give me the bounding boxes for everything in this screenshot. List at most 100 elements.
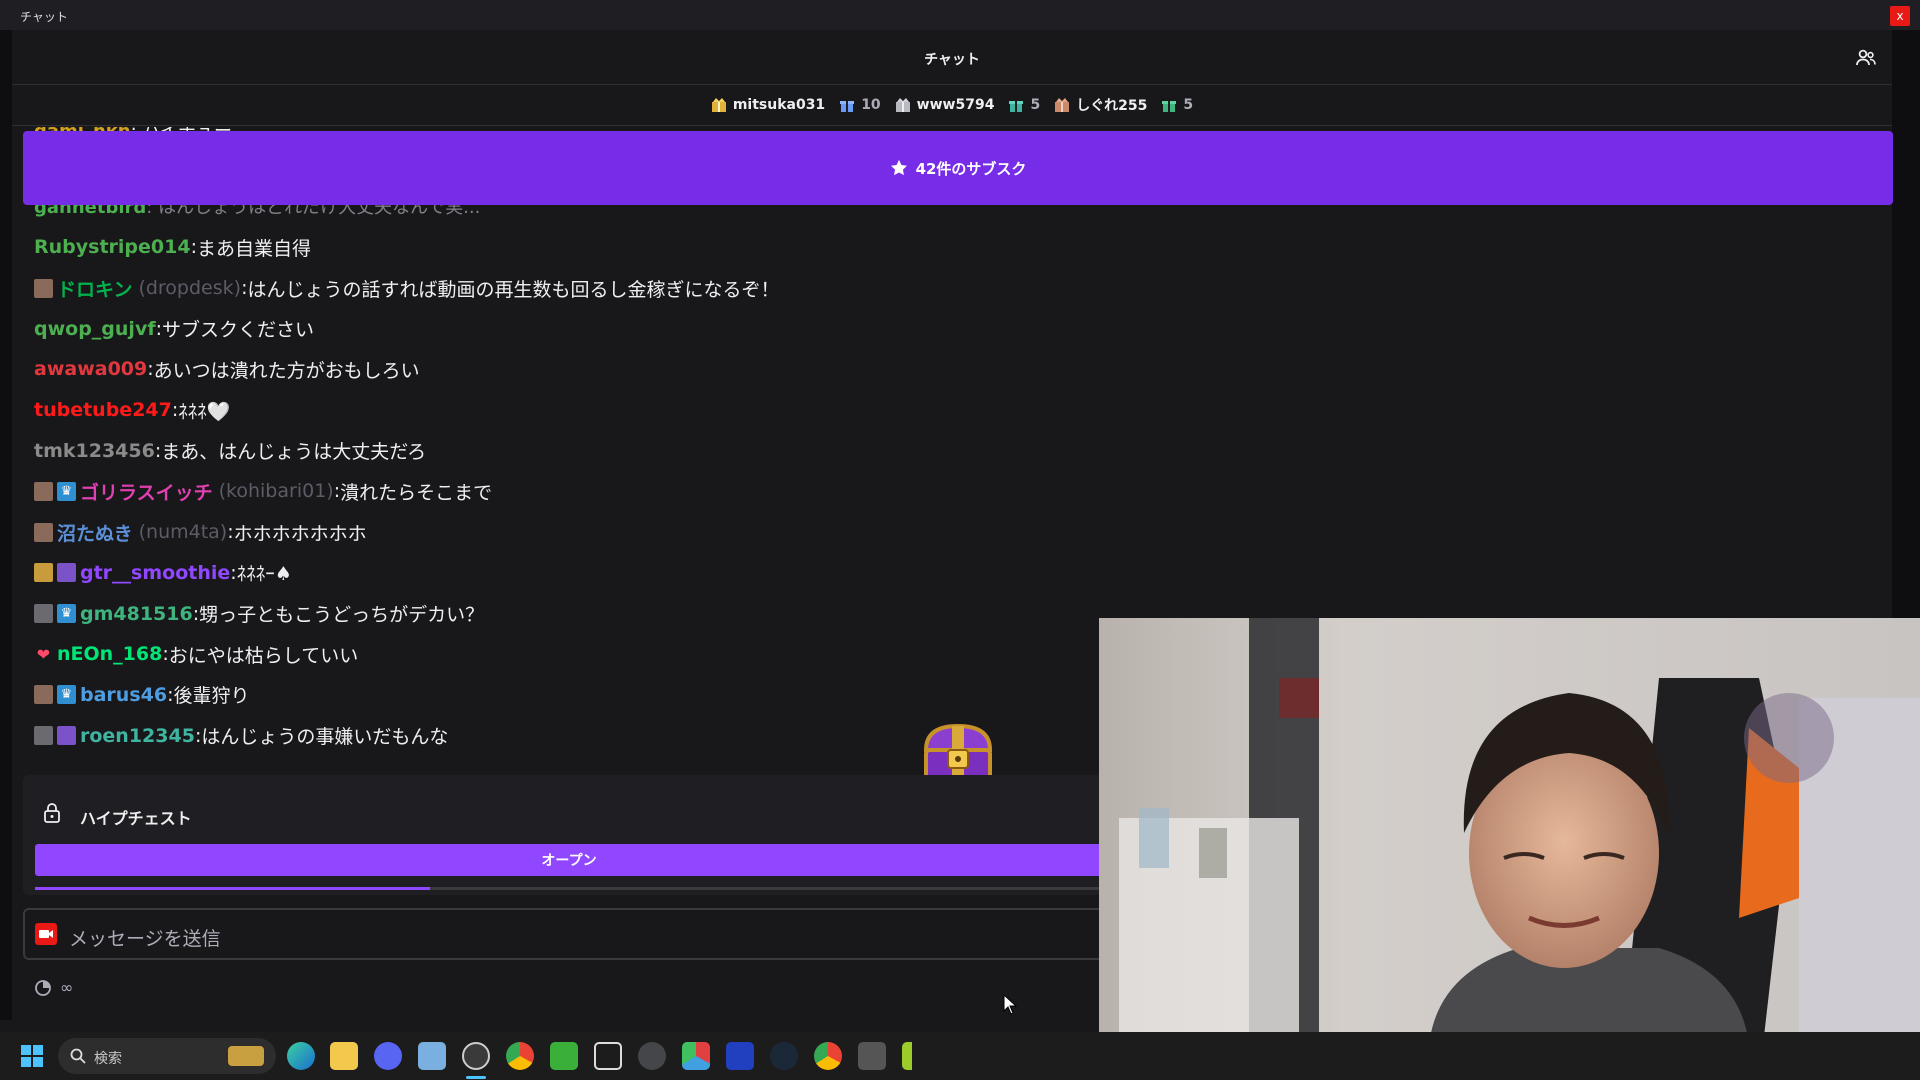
avatar-badge-icon[interactable]: [34, 278, 53, 298]
sub-count-label: 42件のサブスク: [915, 159, 1027, 178]
crown-badge-icon[interactable]: ♛: [57, 481, 76, 501]
chat-message: ♛ barus46: 後輩狩り: [34, 675, 779, 716]
sub-count-banner[interactable]: 42件のサブスク: [23, 131, 1893, 205]
chat-message-text: おにやは枯らしていい: [168, 644, 359, 667]
open-chest-button[interactable]: オープン: [35, 844, 1103, 876]
chat-message-text: ﾈﾈﾈ🤍: [178, 400, 231, 423]
chat-message: Rubystripe014: まあ自業自得: [34, 227, 779, 268]
gift-icon: [1162, 101, 1177, 112]
chat-username[interactable]: nEOn_168: [57, 643, 162, 665]
gift-icon: [1009, 101, 1024, 112]
chat-username[interactable]: barus46: [80, 684, 167, 706]
leader-entry[interactable]: mitsuka031: [711, 97, 825, 113]
camera-icon[interactable]: [35, 923, 57, 945]
media-icon[interactable]: [902, 1042, 930, 1070]
gift-leaderboard: mitsuka031 10 www5794 5 しぐれ255 5: [12, 85, 1892, 126]
steam-icon[interactable]: [770, 1042, 798, 1070]
discord-icon[interactable]: [374, 1042, 402, 1070]
monitor-icon[interactable]: [726, 1042, 754, 1070]
close-button[interactable]: x: [1890, 6, 1910, 26]
obs-icon[interactable]: [462, 1042, 490, 1070]
edge-icon[interactable]: [287, 1042, 315, 1070]
timer-icon[interactable]: [34, 979, 52, 997]
keyboard-icon[interactable]: [638, 1042, 666, 1070]
search-label: 検索: [94, 1051, 122, 1067]
chat-username[interactable]: ドロキン: [57, 275, 132, 302]
drive-icon[interactable]: [682, 1042, 710, 1070]
chrome-icon[interactable]: [506, 1042, 534, 1070]
windows-start-icon[interactable]: [18, 1042, 46, 1070]
search-highlight-icon: [228, 1046, 264, 1066]
lock-icon: [44, 803, 60, 823]
chat-message-text: ﾈﾈﾈｰ♠: [236, 563, 292, 586]
file-explorer-icon[interactable]: [330, 1042, 358, 1070]
purple-badge-icon[interactable]: [57, 563, 76, 583]
chat-message: gtr__smoothie: ﾈﾈﾈｰ♠: [34, 553, 779, 594]
webcam-overlay: [1099, 618, 1920, 1080]
chat-message: tmk123456: まあ、はんじょうは大丈夫だろ: [34, 430, 779, 471]
gold-badge-icon[interactable]: [34, 563, 53, 583]
webcam-image: [1099, 618, 1920, 1080]
community-icon[interactable]: [1856, 48, 1876, 68]
chat-username[interactable]: gtr__smoothie: [80, 562, 230, 584]
app-icon[interactable]: [858, 1042, 886, 1070]
purple-badge-icon[interactable]: [57, 726, 76, 746]
search-icon: [70, 1048, 86, 1064]
chat-username[interactable]: tubetube247: [34, 399, 172, 421]
gift-crown-bronze-icon: [1055, 98, 1070, 112]
leader-count: 5: [1008, 97, 1040, 113]
message-input[interactable]: メッセージを送信: [23, 908, 1103, 960]
avatar-badge-icon[interactable]: [34, 481, 53, 501]
crown-badge-icon[interactable]: ♛: [57, 685, 76, 705]
window-title: チャット: [20, 10, 68, 24]
chat-username[interactable]: gm481516: [80, 603, 193, 625]
chat-username[interactable]: 沼たぬき: [57, 519, 133, 546]
x-app-icon[interactable]: [594, 1042, 622, 1070]
mouse-cursor-icon: [1003, 994, 1018, 1015]
left-edge: [0, 30, 12, 1020]
avatar-badge-icon[interactable]: [34, 685, 53, 705]
chat-username[interactable]: roen12345: [80, 725, 195, 747]
gift-icon: [840, 101, 855, 112]
chat-message: awawa009: あいつは潰れた方がおもしろい: [34, 349, 779, 390]
taskbar: 検索: [0, 1032, 1920, 1080]
right-edge: [1892, 30, 1920, 620]
chat-login-name: (num4ta): [138, 521, 228, 544]
gift-crown-gold-icon: [711, 98, 726, 112]
chat-username[interactable]: tmk123456: [34, 440, 155, 462]
chat-login-name: (kohibari01): [218, 480, 334, 503]
taskbar-search[interactable]: 検索: [58, 1038, 276, 1074]
chat-message: 沼たぬき (num4ta): ホホホホホホホ: [34, 512, 779, 553]
chat-message: ドロキン (dropdesk): はんじょうの話すれば動画の再生数も回るし金稼ぎに…: [34, 268, 779, 309]
below-input-row: ∞: [34, 978, 73, 997]
chat-username[interactable]: qwop_gujvf: [34, 318, 156, 340]
chat-message-text: 甥っ子ともこうどっちがデカい？: [199, 604, 485, 627]
hype-chest-progress: [35, 887, 1103, 890]
leader-count: 5: [1161, 97, 1193, 113]
avatar-badge-icon[interactable]: [34, 522, 53, 542]
chat-message-text: まあ、はんじょうは大丈夫だろ: [161, 441, 427, 464]
star-icon: [890, 159, 907, 176]
notepad-icon[interactable]: [418, 1042, 446, 1070]
crown-badge-icon[interactable]: ♛: [57, 604, 76, 624]
gray-badge-icon[interactable]: [34, 604, 53, 624]
gift-crown-silver-icon: [895, 98, 910, 112]
gray-badge-icon[interactable]: [34, 726, 53, 746]
chrome-icon-2[interactable]: [814, 1042, 842, 1070]
chat-username[interactable]: ゴリラスイッチ: [80, 478, 213, 505]
chat-login-name: (dropdesk): [138, 277, 242, 300]
minecraft-icon[interactable]: [550, 1042, 578, 1070]
heart-badge-icon[interactable]: ❤: [34, 645, 53, 664]
chat-message-text: 後輩狩り: [173, 685, 250, 708]
chat-message-text: サブスクください: [162, 319, 315, 342]
leader-entry[interactable]: しぐれ255: [1054, 95, 1147, 115]
chat-username[interactable]: awawa009: [34, 358, 147, 380]
message-placeholder: メッセージを送信: [69, 928, 221, 950]
chat-message: ♛ ゴリラスイッチ (kohibari01): 潰れたらそこまで: [34, 471, 779, 512]
leader-entry[interactable]: www5794: [895, 97, 995, 113]
chat-message: tubetube247: ﾈﾈﾈ🤍: [34, 390, 779, 431]
chat-username[interactable]: Rubystripe014: [34, 236, 191, 258]
leader-name: www5794: [916, 97, 995, 113]
chat-message-text: はんじょうの事嫌いだもんな: [201, 726, 449, 749]
hype-chest-panel: ハイプチェスト オープン: [23, 775, 1103, 895]
